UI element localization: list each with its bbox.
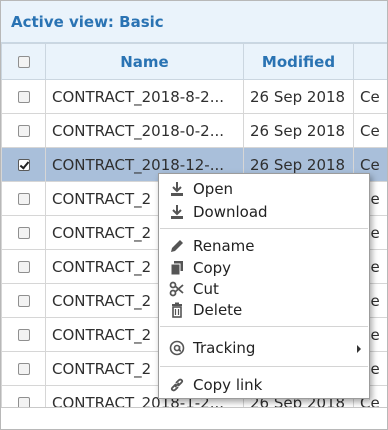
file-browser-panel: Active view: Basic Name Modified CONTRAC… (0, 0, 388, 430)
row-checkbox[interactable] (17, 261, 30, 273)
menu-separator (160, 326, 368, 327)
row-created: Ce (353, 113, 387, 148)
table-row[interactable]: CONTRACT_2018-0-2... 26 Sep 2018 Ce (1, 113, 387, 148)
menu-item-copy-label: Copy (193, 259, 232, 277)
row-modified: 26 Sep 2018 (243, 79, 354, 114)
select-all-checkbox[interactable] (17, 56, 30, 68)
table-footer (1, 407, 387, 429)
menu-item-copy-link-label: Copy link (193, 376, 263, 394)
context-menu: Open Download Rename Copy Cut Delete Tra… (158, 173, 370, 399)
copy-icon (170, 261, 183, 276)
menu-item-download[interactable]: Download (159, 201, 369, 223)
row-checkbox-cell[interactable] (1, 317, 46, 352)
row-checkbox-cell[interactable] (1, 79, 46, 114)
menu-item-open-label: Open (193, 180, 234, 198)
row-checkbox[interactable] (17, 227, 30, 239)
pencil-icon (171, 240, 183, 252)
menu-item-cut-label: Cut (193, 280, 219, 298)
row-checkbox-cell[interactable] (1, 113, 46, 148)
submenu-arrow-icon (357, 345, 361, 353)
row-checkbox[interactable] (17, 91, 30, 103)
row-checkbox-cell[interactable] (1, 351, 46, 386)
row-checkbox[interactable] (17, 193, 30, 205)
row-checkbox[interactable] (17, 125, 30, 137)
row-checkbox-checked[interactable] (17, 159, 30, 171)
at-sign-icon (169, 340, 185, 356)
menu-item-copy[interactable]: Copy (159, 257, 369, 279)
row-modified: 26 Sep 2018 (243, 113, 354, 148)
menu-item-copy-link[interactable]: Copy link (159, 374, 369, 396)
row-checkbox[interactable] (17, 329, 30, 341)
table-header-row: Name Modified (1, 43, 387, 80)
menu-item-rename[interactable]: Rename (159, 235, 369, 257)
row-checkbox-cell[interactable] (1, 147, 46, 182)
row-checkbox[interactable] (17, 397, 30, 407)
menu-separator (160, 366, 368, 367)
menu-item-rename-label: Rename (193, 237, 255, 255)
menu-item-cut[interactable]: Cut (159, 278, 369, 300)
menu-item-tracking-label: Tracking (193, 339, 256, 357)
row-checkbox-cell[interactable] (1, 385, 46, 407)
table-row[interactable]: CONTRACT_2018-8-2... 26 Sep 2018 Ce (1, 79, 387, 114)
column-header-created[interactable] (353, 43, 387, 80)
link-icon (170, 378, 184, 392)
row-checkbox-cell[interactable] (1, 283, 46, 318)
menu-item-tracking[interactable]: Tracking (159, 337, 369, 359)
active-view-label[interactable]: Active view: Basic (1, 1, 387, 43)
menu-item-download-label: Download (193, 203, 268, 221)
row-created: Ce (353, 79, 387, 114)
column-header-name[interactable]: Name (45, 43, 244, 80)
scissors-icon (169, 281, 184, 297)
menu-item-delete-label: Delete (193, 301, 243, 319)
menu-item-open[interactable]: Open (159, 178, 369, 200)
download-arrow-icon (171, 182, 183, 196)
row-name[interactable]: CONTRACT_2018-8-2... (45, 79, 244, 114)
column-header-modified[interactable]: Modified (243, 43, 354, 80)
row-checkbox-cell[interactable] (1, 215, 46, 250)
select-all-cell[interactable] (1, 43, 46, 80)
row-checkbox[interactable] (17, 363, 30, 375)
menu-item-delete[interactable]: Delete (159, 299, 369, 321)
row-name[interactable]: CONTRACT_2018-0-2... (45, 113, 244, 148)
row-checkbox[interactable] (17, 295, 30, 307)
row-checkbox-cell[interactable] (1, 249, 46, 284)
menu-separator (160, 228, 368, 229)
trash-icon (172, 302, 182, 318)
row-checkbox-cell[interactable] (1, 181, 46, 216)
download-arrow-icon (171, 205, 183, 219)
